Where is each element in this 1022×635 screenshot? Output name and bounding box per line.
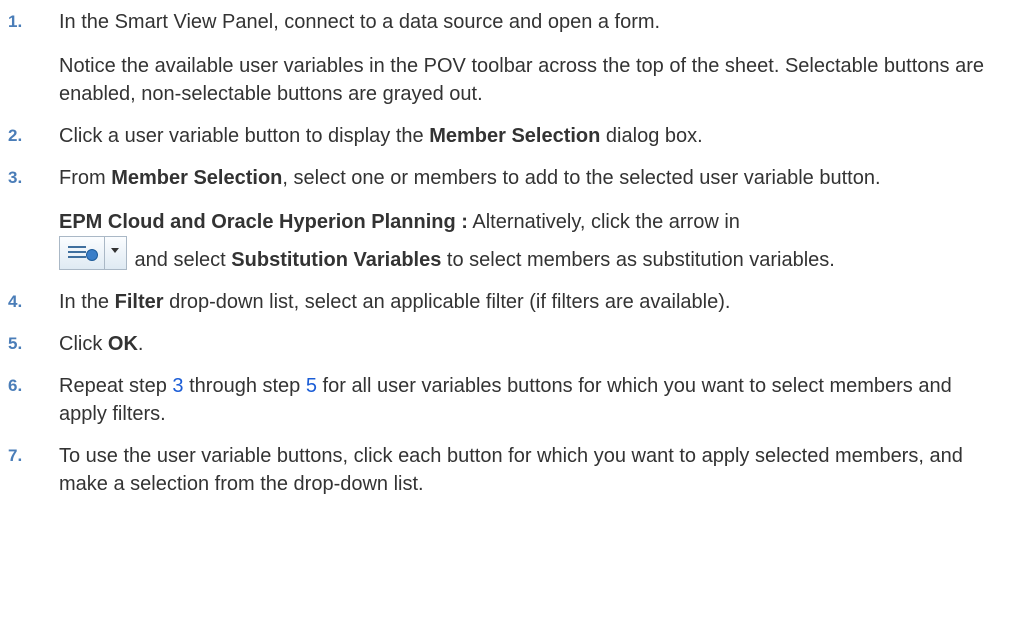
- step-number: 3.: [8, 168, 23, 187]
- step-1: 1. In the Smart View Panel, connect to a…: [0, 8, 1022, 108]
- step-text: Click a user variable button to display …: [59, 122, 1004, 150]
- step-text: In the Filter drop-down list, select an …: [59, 288, 1004, 316]
- step-number: 1.: [8, 12, 23, 31]
- text-run: Alternatively, click the arrow in: [467, 211, 740, 233]
- text-run: In the: [59, 291, 115, 313]
- step-3: 3. From Member Selection, select one or …: [0, 164, 1022, 274]
- step-number: 6.: [8, 376, 23, 395]
- step-body: Repeat step 3 through step 5 for all use…: [59, 372, 1004, 428]
- text-run: drop-down list, select an applicable fil…: [163, 291, 731, 313]
- step-number: 4.: [8, 292, 23, 311]
- ui-term: OK: [107, 333, 138, 355]
- step-text: To use the user variable buttons, click …: [59, 445, 963, 495]
- step-number: 2.: [8, 126, 23, 145]
- step-body: In the Filter drop-down list, select an …: [59, 288, 1004, 316]
- step-5-link[interactable]: 5: [306, 375, 317, 397]
- step-body: To use the user variable buttons, click …: [59, 442, 1004, 498]
- step-number: 7.: [8, 446, 23, 465]
- member-selection-icon[interactable]: [59, 236, 105, 270]
- text-run: From: [59, 167, 112, 189]
- step-5: 5. Click OK.: [0, 330, 1022, 358]
- text-run: , select one or members to add to the se…: [282, 167, 881, 189]
- ui-term: Member Selection: [111, 167, 283, 189]
- step-4: 4. In the Filter drop-down list, select …: [0, 288, 1022, 316]
- step-6: 6. Repeat step 3 through step 5 for all …: [0, 372, 1022, 428]
- step-body: Click a user variable button to display …: [59, 122, 1004, 150]
- product-note-label: EPM Cloud and Oracle Hyperion Planning :: [59, 211, 468, 233]
- text-run: to select members as substitution variab…: [441, 249, 835, 271]
- step-number: 5.: [8, 334, 23, 353]
- step-note: Notice the available user variables in t…: [59, 55, 984, 105]
- document-page: 1. In the Smart View Panel, connect to a…: [0, 0, 1022, 635]
- ui-term: Filter: [114, 291, 164, 313]
- text-run: Click a user variable button to display …: [59, 125, 430, 147]
- chevron-down-icon[interactable]: [105, 236, 127, 270]
- ui-term: Substitution Variables: [231, 249, 442, 271]
- step-body: Click OK.: [59, 330, 1004, 358]
- step-text: From Member Selection, select one or mem…: [59, 164, 1004, 192]
- text-run: and select: [129, 249, 232, 271]
- step-text: Repeat step 3 through step 5 for all use…: [59, 372, 1004, 428]
- step-note: EPM Cloud and Oracle Hyperion Planning :…: [59, 208, 1004, 274]
- step-body: In the Smart View Panel, connect to a da…: [59, 8, 1004, 108]
- text-run: Repeat step: [59, 375, 173, 397]
- text-run: through step: [183, 375, 306, 397]
- procedure-steps: 1. In the Smart View Panel, connect to a…: [0, 0, 1022, 498]
- ui-term: Member Selection: [429, 125, 601, 147]
- text-run: .: [137, 333, 144, 355]
- step-2: 2. Click a user variable button to displ…: [0, 122, 1022, 150]
- step-7: 7. To use the user variable buttons, cli…: [0, 442, 1022, 498]
- step-text: In the Smart View Panel, connect to a da…: [59, 11, 661, 33]
- member-selection-dropdown-icon[interactable]: [59, 236, 127, 270]
- step-text: Click OK.: [59, 330, 1004, 358]
- step-body: From Member Selection, select one or mem…: [59, 164, 1004, 274]
- text-run: Click: [59, 333, 108, 355]
- step-3-link[interactable]: 3: [172, 375, 183, 397]
- text-run: dialog box.: [600, 125, 703, 147]
